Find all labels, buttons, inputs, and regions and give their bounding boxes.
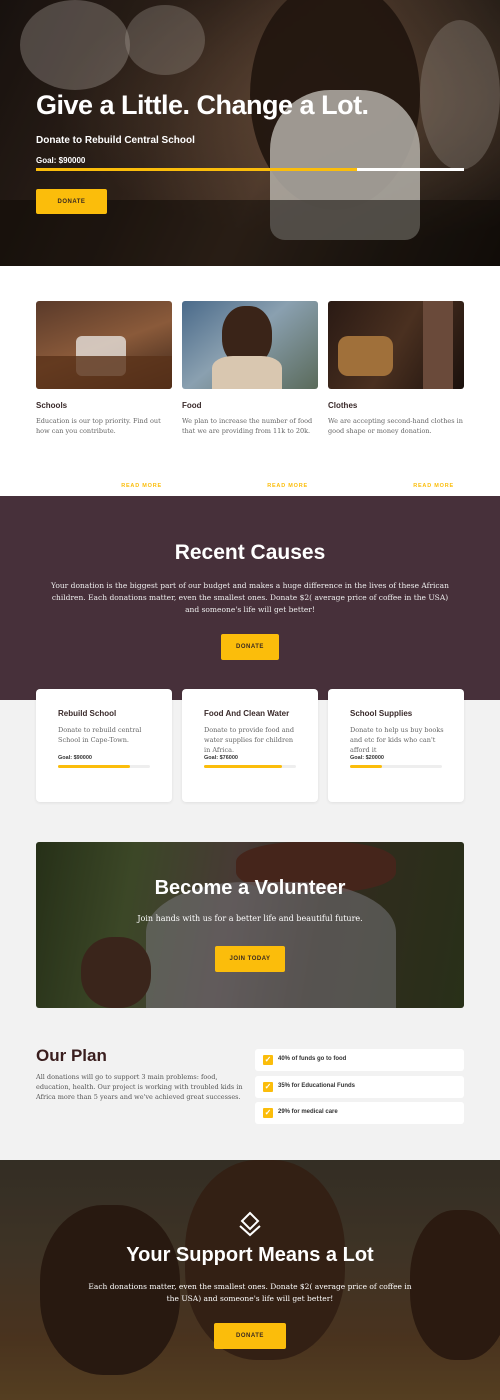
hero-progress-fill xyxy=(36,168,357,171)
cause-text: Donate to provide food and water supplie… xyxy=(204,726,294,754)
plan-item-label: 29% for medical care xyxy=(278,1109,338,1115)
cause-progress-fill xyxy=(204,765,283,768)
support-donate-button[interactable]: DONATE xyxy=(214,1323,286,1349)
hand-heart-icon xyxy=(236,1210,264,1238)
category-card-food: Food We plan to increase the number of f… xyxy=(182,301,318,489)
plan-item-label: 40% of funds go to food xyxy=(278,1056,347,1062)
causes-title: Recent Causes xyxy=(174,541,326,564)
check-icon: ✓ xyxy=(263,1082,273,1092)
volunteer-photo xyxy=(36,842,464,1008)
plan-item: ✓ 40% of funds go to food xyxy=(255,1049,464,1071)
hero-subtitle: Donate to Rebuild Central School xyxy=(36,135,195,146)
category-text: Education is our top priority. Find out … xyxy=(36,417,161,435)
category-title: Food xyxy=(182,401,202,410)
cause-progress-bar xyxy=(204,765,296,768)
cause-title: Food And Clean Water xyxy=(204,709,290,718)
hero-donate-button[interactable]: DONATE xyxy=(36,189,107,214)
read-more-link[interactable]: READ MORE xyxy=(267,483,308,489)
cause-title: Rebuild School xyxy=(58,709,117,718)
hero-goal: Goal: $90000 xyxy=(36,156,86,165)
plan-title: Our Plan xyxy=(36,1046,107,1065)
hero-title: Give a Little. Change a Lot. xyxy=(36,90,369,120)
cause-goal: Goal: $90000 xyxy=(58,755,92,761)
categories-section: Schools Education is our top priority. F… xyxy=(0,266,500,496)
cause-title: School Supplies xyxy=(350,709,413,718)
category-card-schools: Schools Education is our top priority. F… xyxy=(36,301,172,489)
read-more-link[interactable]: READ MORE xyxy=(121,483,162,489)
plan-text: All donations will go to support 3 main … xyxy=(36,1073,243,1101)
cause-goal: Goal: $76000 xyxy=(204,755,238,761)
support-title: Your Support Means a Lot xyxy=(126,1244,374,1266)
plan-item: ✓ 35% for Educational Funds xyxy=(255,1076,464,1098)
volunteer-title: Become a Volunteer xyxy=(154,877,346,899)
cause-goal: Goal: $20000 xyxy=(350,755,384,761)
join-today-button[interactable]: JOIN TODAY xyxy=(215,946,285,972)
plan-item: ✓ 29% for medical care xyxy=(255,1102,464,1124)
causes-donate-button[interactable]: DONATE xyxy=(221,634,279,660)
category-title: Schools xyxy=(36,401,68,410)
schools-image xyxy=(36,301,172,389)
support-text: Each donations matter, even the smallest… xyxy=(88,1282,412,1303)
support-section: Your Support Means a Lot Each donations … xyxy=(0,1160,500,1400)
hero-section: Give a Little. Change a Lot. Donate to R… xyxy=(0,0,500,266)
category-text: We plan to increase the number of food t… xyxy=(182,417,313,435)
cause-progress-bar xyxy=(350,765,442,768)
cause-progress-fill xyxy=(350,765,383,768)
check-icon: ✓ xyxy=(263,1055,273,1065)
clothes-image xyxy=(328,301,464,389)
cause-card[interactable]: School Supplies Donate to help us buy bo… xyxy=(328,689,464,802)
recent-causes-section: Recent Causes Your donation is the bigge… xyxy=(0,496,500,700)
cause-card[interactable]: Food And Clean Water Donate to provide f… xyxy=(182,689,318,802)
cause-card[interactable]: Rebuild School Donate to rebuild central… xyxy=(36,689,172,802)
food-image xyxy=(182,301,318,389)
cause-text: Donate to help us buy books and etc for … xyxy=(350,726,444,754)
volunteer-banner: Become a Volunteer Join hands with us fo… xyxy=(36,842,464,1008)
plan-item-label: 35% for Educational Funds xyxy=(278,1083,356,1089)
volunteer-subtitle: Join hands with us for a better life and… xyxy=(137,914,363,923)
hero-progress-bar xyxy=(36,168,464,171)
causes-text: Your donation is the biggest part of our… xyxy=(51,581,449,614)
category-title: Clothes xyxy=(328,401,358,410)
category-text: We are accepting second-hand clothes in … xyxy=(328,417,463,435)
support-photo xyxy=(0,1160,500,1400)
read-more-link[interactable]: READ MORE xyxy=(413,483,454,489)
category-card-clothes: Clothes We are accepting second-hand clo… xyxy=(328,301,464,489)
check-icon: ✓ xyxy=(263,1108,273,1118)
cause-text: Donate to rebuild central School in Cape… xyxy=(58,726,142,744)
cause-progress-fill xyxy=(58,765,130,768)
cause-progress-bar xyxy=(58,765,150,768)
